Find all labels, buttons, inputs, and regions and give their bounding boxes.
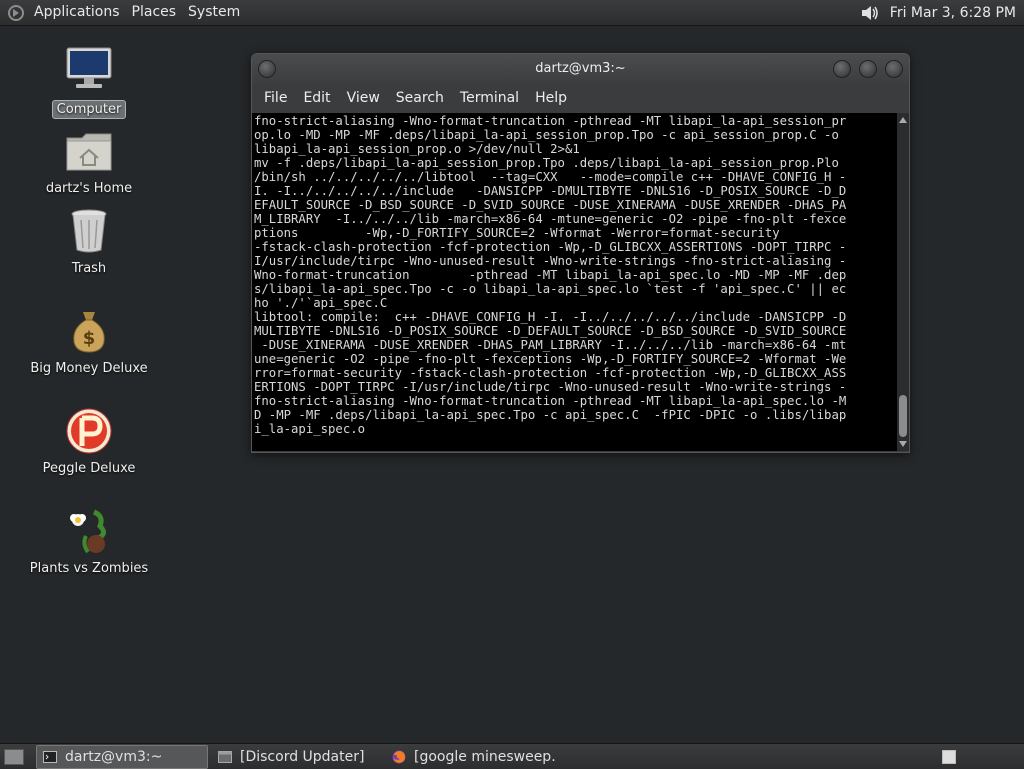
menu-terminal[interactable]: Terminal: [452, 90, 527, 106]
taskbar-item-terminal[interactable]: dartz@vm3:~: [36, 744, 208, 769]
top-panel: Applications Places System Fri Mar 3, 6:…: [0, 0, 1024, 26]
bottom-panel: dartz@vm3:~ [Discord Updater] [google mi…: [0, 743, 1024, 769]
desktop-icon-label: Plants vs Zombies: [29, 561, 149, 576]
distro-logo-icon[interactable]: [8, 4, 24, 21]
terminal-menubar: File Edit View Search Terminal Help: [252, 84, 909, 112]
menu-file[interactable]: File: [256, 90, 295, 106]
workspace-switcher[interactable]: [942, 749, 956, 764]
desktop-icon-label: Computer: [51, 100, 127, 119]
maximize-button[interactable]: [859, 60, 877, 78]
terminal-output-area[interactable]: fno-strict-aliasing -Wno-format-truncati…: [252, 113, 897, 451]
terminal-icon: [43, 750, 57, 763]
desktop-icon-computer[interactable]: Computer: [24, 46, 154, 119]
desktop-icon-label: Peggle Deluxe: [42, 461, 136, 476]
taskbar-item-discord-updater[interactable]: [Discord Updater]: [212, 746, 382, 768]
window-menu-button[interactable]: [258, 60, 276, 78]
scroll-down-arrow-icon[interactable]: [899, 441, 907, 447]
desktop-icon-label: dartz's Home: [45, 181, 133, 196]
terminal-window[interactable]: dartz@vm3:~ File Edit View Search Termin…: [251, 53, 910, 453]
desktop-icon-pvz[interactable]: Plants vs Zombies: [24, 506, 154, 577]
home-folder-icon: [64, 126, 114, 176]
desktop-icon-trash[interactable]: Trash: [24, 206, 154, 277]
plants-vs-zombies-icon: [64, 506, 114, 556]
trash-icon: [64, 206, 114, 256]
window-icon: [218, 750, 232, 763]
volume-icon[interactable]: [860, 4, 880, 22]
menu-help[interactable]: Help: [527, 90, 575, 106]
menu-view[interactable]: View: [339, 90, 388, 106]
taskbar-item-label: [Discord Updater]: [240, 748, 365, 765]
minimize-button[interactable]: [833, 60, 851, 78]
clock[interactable]: Fri Mar 3, 6:28 PM: [886, 5, 1024, 21]
desktop-icon-label: Trash: [71, 261, 107, 276]
svg-text:$: $: [83, 328, 96, 349]
show-desktop-icon[interactable]: [4, 748, 24, 765]
panel-tray: Fri Mar 3, 6:28 PM: [860, 0, 1024, 25]
peggle-icon: [64, 406, 114, 456]
desktop-icon-label: Big Money Deluxe: [30, 361, 148, 376]
applications-menu[interactable]: Applications: [28, 0, 126, 25]
money-bag-icon: $: [64, 306, 114, 356]
window-titlebar[interactable]: dartz@vm3:~: [252, 54, 909, 84]
taskbar-item-firefox[interactable]: [google minesweep...: [386, 746, 556, 768]
scroll-up-arrow-icon[interactable]: [899, 117, 907, 123]
firefox-icon: [392, 750, 406, 763]
computer-icon: [64, 46, 114, 96]
desktop-icon-home[interactable]: dartz's Home: [24, 126, 154, 197]
taskbar-item-label: dartz@vm3:~: [65, 748, 163, 765]
taskbar-item-label: [google minesweep...: [414, 748, 556, 765]
system-menu[interactable]: System: [182, 0, 246, 25]
menu-edit[interactable]: Edit: [295, 90, 338, 106]
window-title: dartz@vm3:~: [535, 61, 626, 76]
menu-search[interactable]: Search: [388, 90, 452, 106]
terminal-scrollbar[interactable]: [897, 113, 909, 451]
desktop-icon-peggle[interactable]: Peggle Deluxe: [24, 406, 154, 477]
places-menu[interactable]: Places: [126, 0, 183, 25]
desktop-icon-big-money[interactable]: $ Big Money Deluxe: [24, 306, 154, 377]
scrollbar-thumb[interactable]: [899, 395, 907, 437]
close-button[interactable]: [885, 60, 903, 78]
terminal-output: fno-strict-aliasing -Wno-format-truncati…: [254, 114, 847, 436]
